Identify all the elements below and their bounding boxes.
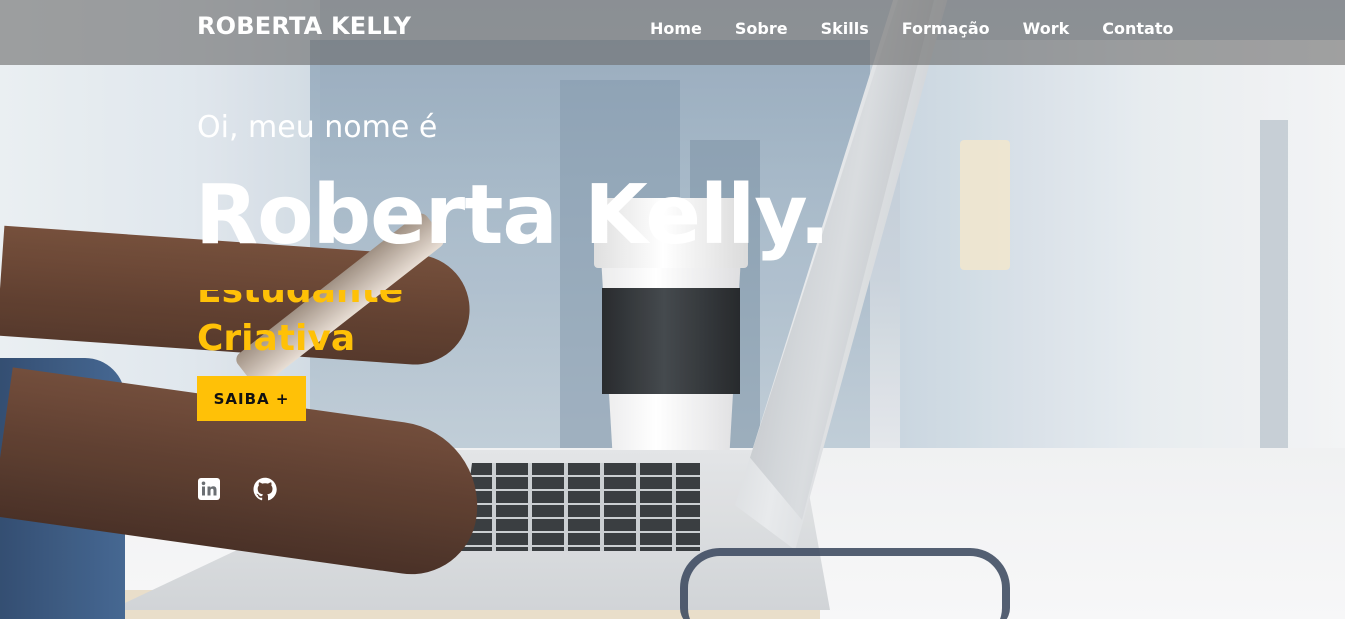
nav-skills[interactable]: Skills	[821, 19, 869, 38]
site-header: ROBERTA KELLY Home Sobre Skills Formação…	[0, 0, 1345, 65]
nav-contato[interactable]: Contato	[1102, 19, 1173, 38]
typed-word-current: Criativa	[197, 318, 356, 359]
social-links	[197, 477, 309, 501]
brand-logo[interactable]: ROBERTA KELLY	[197, 12, 411, 40]
main-nav: Home Sobre Skills Formação Work Contato	[650, 19, 1174, 38]
saiba-mais-button[interactable]: SAIBA +	[197, 376, 306, 421]
nav-sobre[interactable]: Sobre	[735, 19, 788, 38]
linkedin-icon[interactable]	[197, 477, 221, 501]
nav-formacao[interactable]: Formação	[902, 19, 990, 38]
hero-name: Roberta Kelly.	[195, 168, 830, 263]
nav-home[interactable]: Home	[650, 19, 702, 38]
typed-text: Estudante Criativa	[197, 290, 497, 368]
typed-word-previous: Estudante	[197, 290, 404, 311]
github-icon[interactable]	[253, 477, 277, 501]
hero-greeting: Oi, meu nome é	[197, 110, 438, 145]
nav-work[interactable]: Work	[1023, 19, 1070, 38]
